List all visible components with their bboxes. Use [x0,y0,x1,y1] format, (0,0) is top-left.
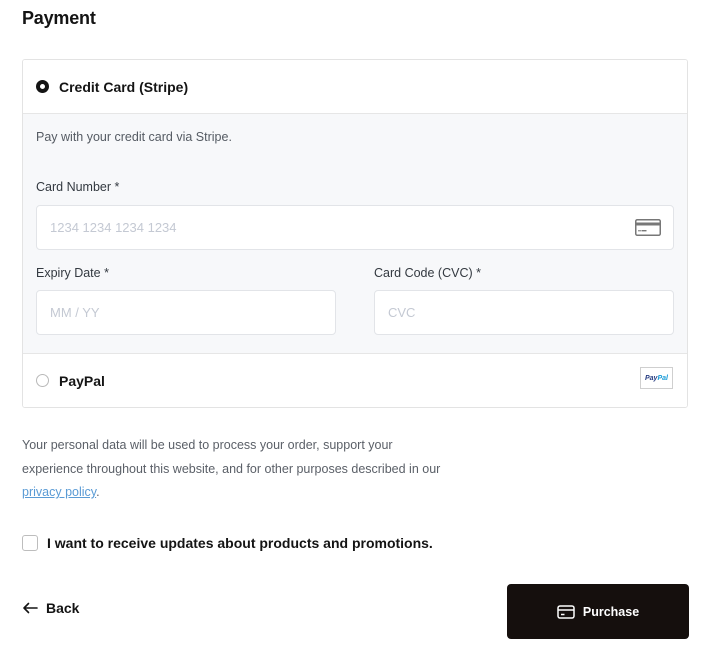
cvc-label: Card Code (CVC) * [374,266,481,280]
card-number-placeholder: 1234 1234 1234 1234 [50,220,177,235]
paypal-radio[interactable] [36,374,49,387]
stripe-radio[interactable] [36,80,49,93]
newsletter-checkbox[interactable] [22,535,38,551]
expiry-input[interactable]: MM / YY [36,290,336,335]
payment-methods-box: Credit Card (Stripe) Pay with your credi… [22,59,688,408]
purchase-label: Purchase [582,604,640,619]
card-number-label: Card Number * [36,180,120,194]
paypal-label: PayPal [59,372,105,389]
back-button[interactable]: Back [22,600,79,616]
cvc-placeholder: CVC [388,305,416,320]
expiry-placeholder: MM / YY [50,305,100,320]
stripe-label: Credit Card (Stripe) [59,78,189,95]
stripe-description: Pay with your credit card via Stripe. [36,130,232,144]
card-number-input[interactable]: 1234 1234 1234 1234 [36,205,674,250]
credit-card-icon [635,219,661,236]
newsletter-label: I want to receive updates about products… [47,535,433,551]
payment-method-stripe[interactable]: Credit Card (Stripe) [23,60,687,114]
payment-method-paypal[interactable]: PayPal Pay Pal [23,353,687,407]
arrow-left-icon [23,602,38,614]
page-title: Payment [22,8,96,28]
paypal-logo-icon: Pay Pal [640,367,673,389]
back-label: Back [46,600,80,616]
credit-card-icon [557,604,575,619]
newsletter-optin[interactable]: I want to receive updates about products… [22,535,433,551]
privacy-notice: Your personal data will be used to proce… [22,438,441,499]
purchase-button[interactable]: Purchase [507,584,689,639]
expiry-label: Expiry Date * [36,266,109,280]
cvc-input[interactable]: CVC [374,290,674,335]
privacy-policy-link[interactable]: privacy policy [22,485,96,499]
stripe-card-panel: Pay with your credit card via Stripe. Ca… [23,114,687,353]
